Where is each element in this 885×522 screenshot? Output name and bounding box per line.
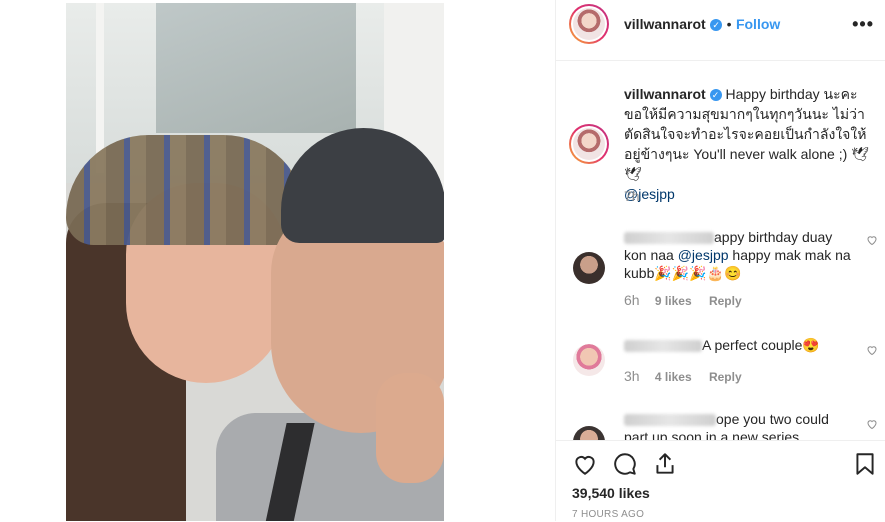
comment-likes[interactable]: 4 likes	[655, 370, 692, 384]
comment-text: appy birthday duay kon naa @jesjpp happy…	[624, 229, 851, 281]
comment-reply-button[interactable]: Reply	[709, 294, 742, 308]
more-options-icon[interactable]: •••	[852, 14, 874, 35]
post-header: villwannarot ✓ • Follow •••	[556, 0, 885, 61]
caption-time[interactable]: 7h	[624, 188, 640, 204]
comment-item: ope you two could part up soon in a new …	[556, 410, 885, 440]
comment-meta: 6h 9 likes Reply	[624, 292, 742, 308]
post-like-count[interactable]: 39,540 likes	[572, 485, 650, 501]
comment-username-redacted[interactable]	[624, 414, 716, 427]
comment-text: ope you two could part up soon in a new …	[624, 411, 829, 440]
comment-mention[interactable]: @jesjpp	[678, 247, 729, 263]
follow-button[interactable]: Follow	[736, 16, 780, 32]
comment-meta: 3h 4 likes Reply	[624, 368, 742, 384]
comment-like-heart-icon[interactable]	[866, 418, 878, 430]
comment-likes[interactable]: 9 likes	[655, 294, 692, 308]
caption-verified-badge-icon: ✓	[709, 89, 722, 101]
separator-dot: •	[726, 16, 732, 32]
photo-arm	[376, 373, 444, 483]
comment-reply-button[interactable]: Reply	[709, 370, 742, 384]
comment-like-heart-icon[interactable]	[866, 234, 878, 246]
heart-icon[interactable]	[572, 451, 598, 477]
photo-plaid-hat	[66, 135, 306, 245]
caption-avatar[interactable]	[569, 124, 609, 164]
comment-time[interactable]: 3h	[624, 368, 640, 384]
share-icon[interactable]	[652, 451, 678, 477]
comment-username-redacted[interactable]	[624, 232, 714, 245]
post-media-area	[0, 0, 555, 521]
comment-username-redacted[interactable]	[624, 340, 702, 353]
caption-username[interactable]: villwannarot	[624, 86, 706, 102]
post-timestamp[interactable]: 7 HOURS AGO	[572, 509, 644, 520]
post-caption: villwannarot ✓ Happy birthday นะคะ ขอให้…	[624, 84, 874, 204]
comment-avatar[interactable]	[573, 426, 605, 440]
comment-like-heart-icon[interactable]	[866, 344, 878, 356]
post-actions-bar: 39,540 likes 7 HOURS AGO	[556, 440, 885, 522]
photo-window-glass	[156, 3, 356, 133]
author-username[interactable]: villwannarot	[624, 16, 706, 32]
bookmark-icon[interactable]	[852, 451, 878, 477]
post-photo[interactable]	[66, 3, 444, 521]
comment-avatar[interactable]	[573, 252, 605, 284]
comment-time[interactable]: 6h	[624, 292, 640, 308]
verified-badge-icon: ✓	[710, 19, 723, 31]
author-avatar[interactable]	[569, 4, 609, 44]
comment-text: A perfect couple😍	[624, 336, 854, 354]
comment-avatar[interactable]	[573, 344, 605, 376]
comment-icon[interactable]	[612, 451, 638, 477]
post-sidebar: villwannarot ✓ • Follow ••• villwannarot…	[555, 0, 885, 522]
